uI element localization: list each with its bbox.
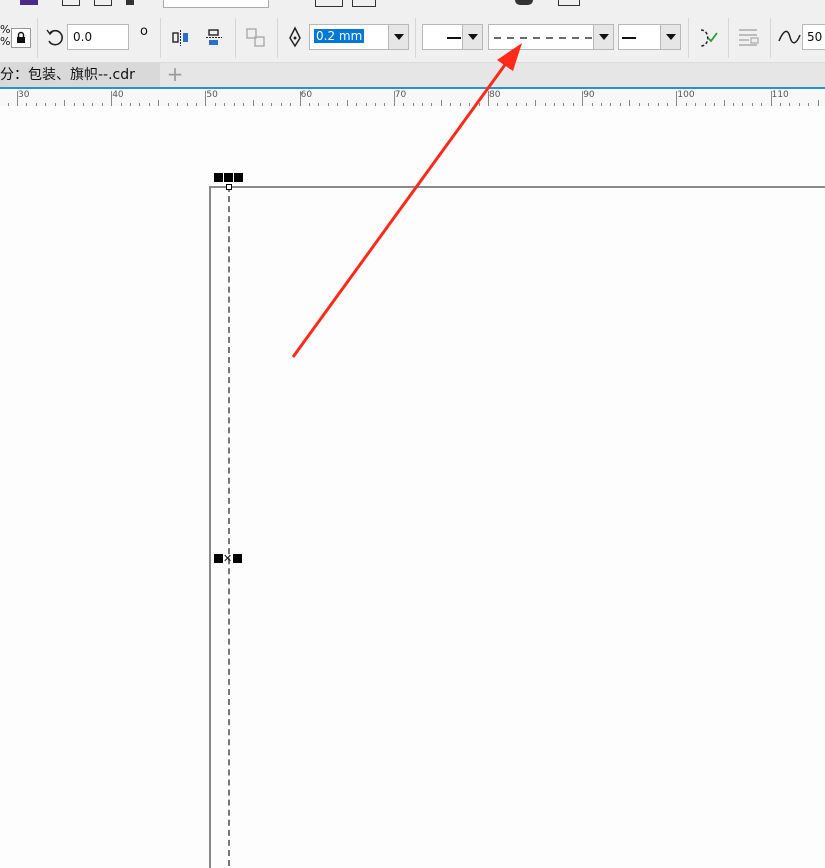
annotation-arrow <box>291 43 522 358</box>
arrow-shaft <box>291 61 509 358</box>
arrow-head <box>497 43 522 71</box>
